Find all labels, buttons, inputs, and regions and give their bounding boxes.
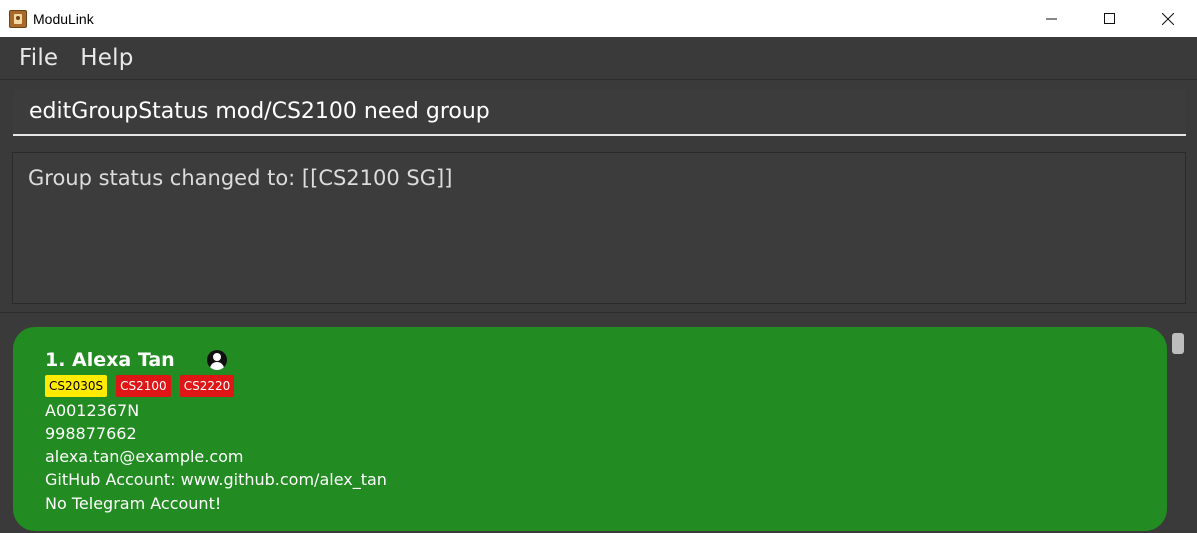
person-icon (206, 350, 227, 370)
menu-file[interactable]: File (19, 45, 58, 71)
student-id: A0012367N (45, 401, 140, 420)
email: alexa.tan@example.com (45, 447, 244, 466)
close-button[interactable] (1139, 0, 1197, 37)
minimize-button[interactable] (1023, 0, 1081, 37)
command-box (13, 89, 1186, 136)
github-account: GitHub Account: www.github.com/alex_tan (45, 470, 387, 489)
window-title: ModuLink (33, 10, 94, 27)
menu-bar: File Help (0, 37, 1197, 80)
maximize-button[interactable] (1081, 0, 1139, 37)
person-card[interactable]: 1. Alexa Tan CS2030S CS2100 CS2220 A0012… (13, 327, 1167, 531)
close-icon (1162, 12, 1174, 25)
window-controls (1023, 0, 1197, 37)
menu-help[interactable]: Help (80, 45, 133, 71)
maximize-icon (1104, 12, 1115, 24)
telegram-account: No Telegram Account! (45, 494, 222, 513)
person-header: 1. Alexa Tan (45, 349, 227, 371)
result-text: Group status changed to: [[CS2100 SG]] (28, 166, 453, 190)
tag-cs2220: CS2220 (179, 375, 235, 397)
title-bar: ModuLink (0, 0, 1197, 37)
app-icon (9, 9, 27, 28)
phone-number: 998877662 (45, 424, 137, 443)
person-name: 1. Alexa Tan (45, 349, 175, 371)
tag-list: CS2030S CS2100 CS2220 (45, 375, 243, 397)
list-scrollbar[interactable] (1172, 333, 1184, 354)
tag-cs2030s: CS2030S (45, 375, 108, 397)
command-input[interactable] (13, 89, 1186, 134)
tag-cs2100: CS2100 (116, 375, 171, 397)
result-display[interactable]: Group status changed to: [[CS2100 SG]] (12, 152, 1186, 304)
minimize-icon (1046, 18, 1057, 19)
person-list[interactable]: 1. Alexa Tan CS2030S CS2100 CS2220 A0012… (0, 312, 1197, 533)
